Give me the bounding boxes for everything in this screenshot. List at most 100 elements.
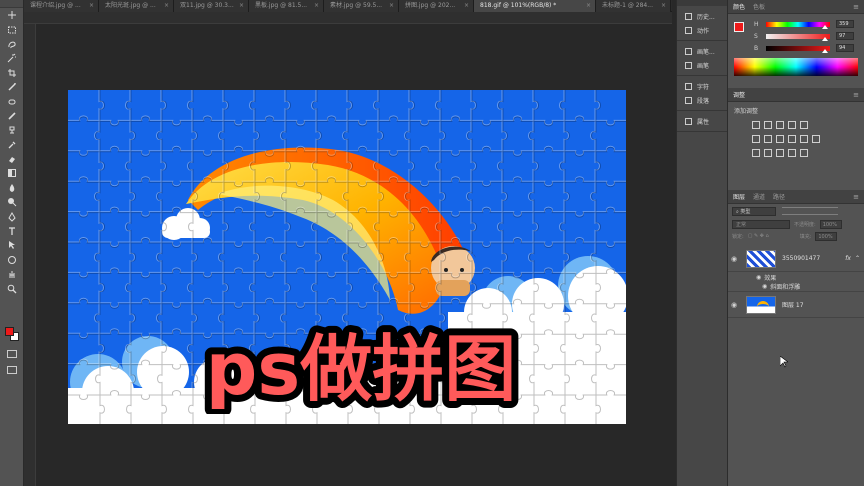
shape-icon[interactable] bbox=[0, 253, 24, 267]
healing-icon[interactable] bbox=[0, 94, 24, 108]
ruler-horizontal[interactable] bbox=[24, 12, 672, 24]
layer-row[interactable]: ◉ 图层 17 bbox=[728, 292, 864, 318]
blend-mode-select[interactable]: 正常 bbox=[732, 219, 790, 229]
fill-field[interactable]: 100% bbox=[815, 231, 838, 241]
color-lookup-icon[interactable] bbox=[812, 135, 820, 143]
effects-row[interactable]: ◉ 效果 bbox=[728, 272, 864, 282]
move-icon[interactable] bbox=[0, 8, 24, 22]
gradient-icon[interactable] bbox=[0, 166, 24, 180]
filter-icons[interactable] bbox=[782, 207, 838, 215]
brush-icon[interactable] bbox=[0, 109, 24, 123]
effects-eye-icon[interactable]: ◉ bbox=[756, 274, 761, 281]
fx-badge[interactable]: fx bbox=[845, 255, 851, 262]
screen-mode-icon[interactable] bbox=[7, 366, 17, 374]
slider-handle-icon[interactable] bbox=[822, 24, 828, 29]
hand-icon[interactable] bbox=[0, 267, 24, 281]
slider-handle-icon[interactable] bbox=[822, 48, 828, 53]
tab-paths[interactable]: 路径 bbox=[773, 192, 785, 201]
tab-document[interactable]: 双11.jpg @ 30.3... × bbox=[174, 0, 249, 12]
foreground-color-chip[interactable] bbox=[734, 22, 744, 32]
panel-menu-icon[interactable]: ≡ bbox=[853, 3, 859, 11]
opacity-field[interactable]: 100% bbox=[819, 219, 842, 229]
panel-button-brush-preset[interactable]: 画笔... bbox=[677, 44, 727, 58]
tab-document[interactable]: 未标题-1 @ 284... × bbox=[596, 0, 671, 12]
levels-icon[interactable] bbox=[764, 121, 772, 129]
lasso-icon[interactable] bbox=[0, 37, 24, 51]
type-icon[interactable] bbox=[0, 224, 24, 238]
visibility-eye-icon[interactable]: ◉ bbox=[728, 301, 740, 309]
panel-button-paragraph[interactable]: 段落 bbox=[677, 93, 727, 107]
eyedropper-icon[interactable] bbox=[0, 80, 24, 94]
filter-dropdown[interactable]: ⌕ 类型 bbox=[732, 206, 776, 216]
bevel-eye-icon[interactable]: ◉ bbox=[762, 283, 767, 290]
tab-document[interactable]: 课程介绍.jpg @ ... × bbox=[24, 0, 99, 12]
bevel-effect-row[interactable]: ◉ 斜面和浮雕 bbox=[728, 282, 864, 292]
magic-wand-icon[interactable] bbox=[0, 51, 24, 65]
tab-layers[interactable]: 图层 bbox=[733, 192, 745, 201]
foreground-swatch[interactable] bbox=[5, 327, 14, 336]
hue-saturation-icon[interactable] bbox=[752, 135, 760, 143]
tab-channels[interactable]: 通道 bbox=[753, 192, 765, 201]
tab-document[interactable]: 太阳光斑.jpg @ ... × bbox=[99, 0, 174, 12]
close-icon[interactable]: × bbox=[661, 0, 666, 12]
panel-button-history[interactable]: 历史... bbox=[677, 9, 727, 23]
posterize-icon[interactable] bbox=[764, 149, 772, 157]
close-icon[interactable]: × bbox=[586, 0, 591, 12]
slider-value-field[interactable]: 97 bbox=[836, 32, 854, 40]
crop-icon[interactable] bbox=[0, 66, 24, 80]
tab-document[interactable]: 黑板.jpg @ 81.5... × bbox=[249, 0, 324, 12]
layer-name[interactable]: 图层 17 bbox=[782, 300, 804, 309]
panel-button-brush-settings[interactable]: 画笔 bbox=[677, 58, 727, 72]
close-icon[interactable]: × bbox=[89, 0, 94, 12]
panel-button-properties[interactable]: 属性 bbox=[677, 114, 727, 128]
panel-button-character[interactable]: 字符 bbox=[677, 79, 727, 93]
pen-icon[interactable] bbox=[0, 209, 24, 223]
close-icon[interactable]: × bbox=[389, 0, 394, 12]
color-balance-icon[interactable] bbox=[764, 135, 772, 143]
close-icon[interactable]: × bbox=[314, 0, 319, 12]
toolbar-grip[interactable] bbox=[0, 0, 23, 8]
blur-icon[interactable] bbox=[0, 181, 24, 195]
eraser-icon[interactable] bbox=[0, 152, 24, 166]
history-brush-icon[interactable] bbox=[0, 138, 24, 152]
channel-mixer-icon[interactable] bbox=[800, 135, 808, 143]
invert-icon[interactable] bbox=[752, 149, 760, 157]
dodge-icon[interactable] bbox=[0, 195, 24, 209]
color-slider[interactable] bbox=[766, 21, 830, 29]
slider-value-field[interactable]: 359 bbox=[836, 20, 854, 28]
quick-mask-icon[interactable] bbox=[7, 350, 17, 358]
threshold-icon[interactable] bbox=[776, 149, 784, 157]
curves-icon[interactable] bbox=[776, 121, 784, 129]
color-slider[interactable] bbox=[766, 45, 830, 53]
tab-adjustments[interactable]: 调整 bbox=[733, 90, 745, 99]
tab-color[interactable]: 颜色 bbox=[733, 2, 745, 11]
zoom-icon[interactable] bbox=[0, 281, 24, 295]
color-swatches[interactable] bbox=[4, 326, 20, 342]
lock-icons[interactable]: ▢ ✎ ✥ ⌂ bbox=[748, 233, 788, 239]
adjustments-menu-icon[interactable]: ≡ bbox=[853, 91, 859, 99]
gradient-map-icon[interactable] bbox=[788, 149, 796, 157]
photo-filter-icon[interactable] bbox=[788, 135, 796, 143]
color-spectrum[interactable] bbox=[734, 58, 858, 76]
close-icon[interactable]: × bbox=[464, 0, 469, 12]
tab-document[interactable]: 素材.jpg @ 59.5... × bbox=[324, 0, 399, 12]
tab-document[interactable]: 拼图.jpg @ 202... × bbox=[399, 0, 474, 12]
slider-value-field[interactable]: 94 bbox=[836, 44, 854, 52]
black-white-icon[interactable] bbox=[776, 135, 784, 143]
slider-handle-icon[interactable] bbox=[822, 36, 828, 41]
tab-document[interactable]: 818.gif @ 101%(RGB/8) * × bbox=[474, 0, 596, 12]
marquee-icon[interactable] bbox=[0, 22, 24, 36]
path-select-icon[interactable] bbox=[0, 238, 24, 252]
stamp-icon[interactable] bbox=[0, 123, 24, 137]
layer-name[interactable]: 3550901477 bbox=[782, 255, 845, 262]
selective-color-icon[interactable] bbox=[800, 149, 808, 157]
exposure-icon[interactable] bbox=[788, 121, 796, 129]
layers-menu-icon[interactable]: ≡ bbox=[853, 193, 859, 201]
ruler-vertical[interactable] bbox=[24, 24, 36, 486]
visibility-eye-icon[interactable]: ◉ bbox=[728, 255, 740, 263]
panel-button-actions[interactable]: 动作 bbox=[677, 23, 727, 37]
brightness-icon[interactable] bbox=[752, 121, 760, 129]
vibrance-icon[interactable] bbox=[800, 121, 808, 129]
color-slider[interactable] bbox=[766, 33, 830, 41]
expand-arrow-icon[interactable]: ⌃ bbox=[855, 255, 860, 262]
